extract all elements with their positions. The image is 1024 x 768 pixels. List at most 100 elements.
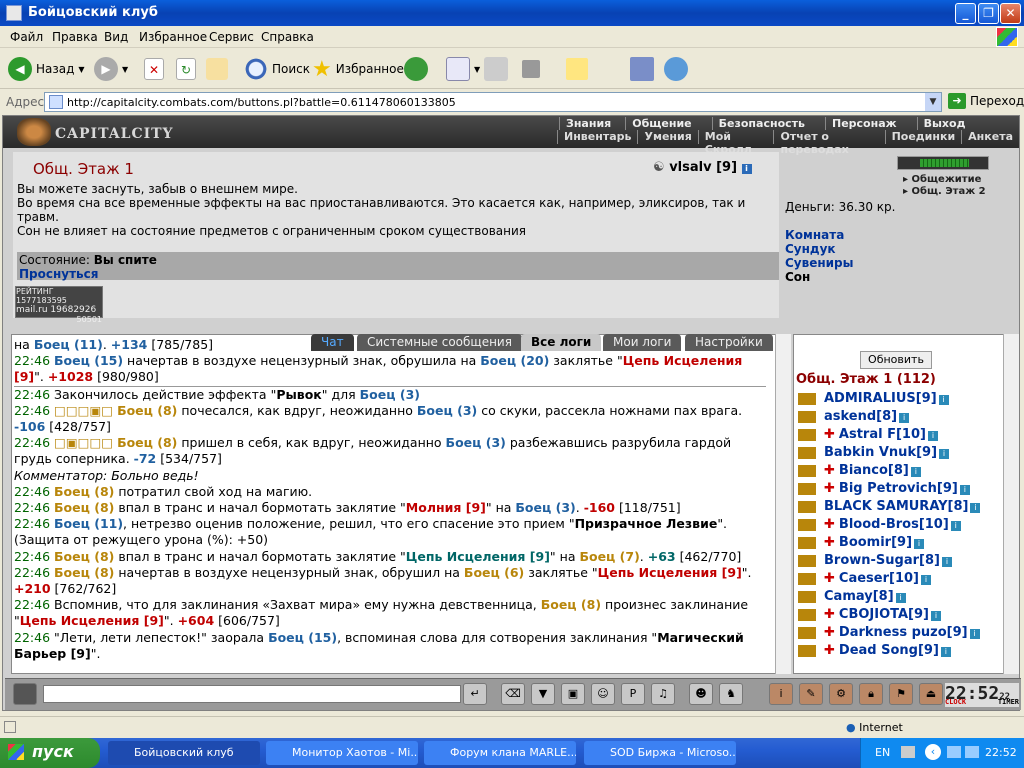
- exit-button[interactable]: ⏏: [919, 683, 943, 705]
- research-button[interactable]: [630, 55, 654, 83]
- task-fight-club[interactable]: Бойцовский клуб: [108, 741, 260, 765]
- info-icon[interactable]: i: [741, 164, 752, 174]
- nav-inventory[interactable]: Инвентарь: [557, 130, 637, 144]
- nav-profile[interactable]: Анкета: [961, 130, 1019, 144]
- user-name[interactable]: ADMIRALIUS[9]: [824, 391, 937, 406]
- link-dormitory[interactable]: ▸ Общежитие: [903, 174, 981, 185]
- user-list-item[interactable]: ✚ Boomir[9] i: [798, 535, 925, 553]
- user-name[interactable]: Bianco[8]: [839, 463, 909, 478]
- tab-all-logs[interactable]: Все логи: [521, 334, 602, 351]
- tab-system[interactable]: Системные сообщения: [357, 334, 522, 351]
- user-name[interactable]: Babkin Vnuk[9]: [824, 445, 937, 460]
- task-forum[interactable]: Форум клана MARLE...: [424, 741, 576, 765]
- nav-security[interactable]: Безопасность: [711, 117, 811, 130]
- nav-exit[interactable]: Выход: [916, 117, 972, 130]
- tray-expand-icon[interactable]: ‹: [925, 744, 941, 760]
- link-floor-2[interactable]: ▸ Общ. Этаж 2: [903, 186, 986, 197]
- menu-tools[interactable]: Сервис: [209, 30, 254, 44]
- lock-button[interactable]: 🔒︎: [859, 683, 883, 705]
- tab-my-logs[interactable]: Мои логи: [603, 334, 682, 351]
- tab-settings[interactable]: Настройки: [685, 334, 773, 351]
- info-icon[interactable]: i: [969, 629, 980, 639]
- flag-button[interactable]: ⚑: [889, 683, 913, 705]
- close-button[interactable]: ✕: [1000, 3, 1021, 24]
- person-button[interactable]: ☺: [591, 683, 615, 705]
- task-sod[interactable]: SOD Биржа - Microso...: [584, 741, 736, 765]
- menu-file[interactable]: Файл: [10, 30, 43, 44]
- favorites-button[interactable]: ★ Избранное: [312, 55, 404, 83]
- user-name[interactable]: Boomir[9]: [839, 535, 912, 550]
- user-list-item[interactable]: ✚ Dead Song[9] i: [798, 643, 951, 661]
- user-list-item[interactable]: ✚ Big Petrovich[9] i: [798, 481, 970, 499]
- menu-edit[interactable]: Правка: [52, 30, 98, 44]
- user-list-item[interactable]: Camay[8] i: [798, 589, 906, 607]
- minimize-button[interactable]: _: [955, 3, 976, 24]
- chat-input[interactable]: [43, 685, 461, 703]
- info-icon[interactable]: i: [895, 593, 906, 603]
- tab-chat[interactable]: Чат: [311, 334, 354, 351]
- user-name[interactable]: askend[8]: [824, 409, 897, 424]
- user-name[interactable]: CBOJIOTA[9]: [839, 607, 929, 622]
- user-list-item[interactable]: ✚ Bianco[8] i: [798, 463, 921, 481]
- info-icon[interactable]: i: [914, 539, 925, 549]
- user-name[interactable]: ☯ vlsalv [9] i: [653, 160, 752, 175]
- user-name[interactable]: Brown-Sugar[8]: [824, 553, 940, 568]
- link-souvenirs[interactable]: Сувениры: [785, 256, 854, 270]
- user-name[interactable]: Camay[8]: [824, 589, 894, 604]
- nav-character[interactable]: Персонаж: [825, 117, 903, 130]
- forward-button[interactable]: ▶ ▼: [94, 55, 128, 83]
- filter-button[interactable]: ▼: [531, 683, 555, 705]
- user-list-item[interactable]: ✚ Caeser[10] i: [798, 571, 931, 589]
- smile-icon[interactable]: [13, 683, 37, 705]
- go-button[interactable]: ➜ Переход: [948, 93, 1024, 109]
- translit-button[interactable]: Р: [621, 683, 645, 705]
- menu-view[interactable]: Вид: [104, 30, 128, 44]
- history-button[interactable]: [404, 55, 428, 83]
- nav-transfers[interactable]: Отчет о переводах: [773, 130, 884, 156]
- menu-help[interactable]: Справка: [261, 30, 314, 44]
- user-name[interactable]: BLACK SAMURAY[8]: [824, 499, 968, 514]
- guild-button[interactable]: ♞: [719, 683, 743, 705]
- info-icon[interactable]: i: [930, 611, 941, 621]
- info-icon[interactable]: i: [910, 467, 921, 477]
- user-list-item[interactable]: ✚ Blood-Bros[10] i: [798, 517, 961, 535]
- nav-scroll[interactable]: Мой Скролл: [697, 130, 774, 156]
- info-button[interactable]: i: [769, 683, 793, 705]
- edit-button[interactable]: [522, 55, 540, 83]
- sound-button[interactable]: ♫: [651, 683, 675, 705]
- refresh-button[interactable]: ↻: [176, 55, 196, 83]
- wake-link[interactable]: Проснуться: [19, 267, 98, 281]
- maximize-button[interactable]: ❐: [978, 3, 999, 24]
- user-list-scrollbar[interactable]: [1003, 334, 1019, 674]
- address-field[interactable]: ▼: [44, 92, 942, 112]
- info-icon[interactable]: i: [970, 503, 981, 513]
- user-name[interactable]: Big Petrovich[9]: [839, 481, 958, 496]
- nav-fights[interactable]: Поединки: [884, 130, 962, 144]
- notes-button[interactable]: [566, 55, 588, 83]
- user-list-item[interactable]: BLACK SAMURAY[8] i: [798, 499, 981, 517]
- url-input[interactable]: [67, 94, 917, 110]
- emote-button[interactable]: ☻: [689, 683, 713, 705]
- home-button[interactable]: [206, 55, 228, 83]
- nav-knowledge[interactable]: Знания: [559, 117, 617, 130]
- messenger-button[interactable]: [664, 55, 688, 83]
- send-button[interactable]: ↵: [463, 683, 487, 705]
- link-sleep[interactable]: Сон: [785, 270, 810, 284]
- link-room[interactable]: Комната: [785, 228, 844, 242]
- back-button[interactable]: ◀ Назад ▼: [8, 55, 85, 83]
- user-list-item[interactable]: ADMIRALIUS[9] i: [798, 391, 949, 409]
- user-list-item[interactable]: ✚ CBOJIOTA[9] i: [798, 607, 941, 625]
- print-button[interactable]: [484, 55, 508, 83]
- task-monitor[interactable]: Монитор Хаотов - Mi...: [266, 741, 418, 765]
- search-button[interactable]: Поиск: [244, 55, 310, 83]
- stop-button[interactable]: ✕: [144, 55, 164, 83]
- user-name[interactable]: Blood-Bros[10]: [839, 517, 949, 532]
- user-list-item[interactable]: askend[8] i: [798, 409, 910, 427]
- user-name[interactable]: Caeser[10]: [839, 571, 919, 586]
- keyboard-icon[interactable]: [901, 746, 915, 758]
- language-indicator[interactable]: EN: [875, 746, 890, 759]
- clear-button[interactable]: ⌫: [501, 683, 525, 705]
- user-list-item[interactable]: Brown-Sugar[8] i: [798, 553, 952, 571]
- refresh-button[interactable]: Обновить: [860, 351, 932, 369]
- start-button[interactable]: пуск: [0, 738, 100, 768]
